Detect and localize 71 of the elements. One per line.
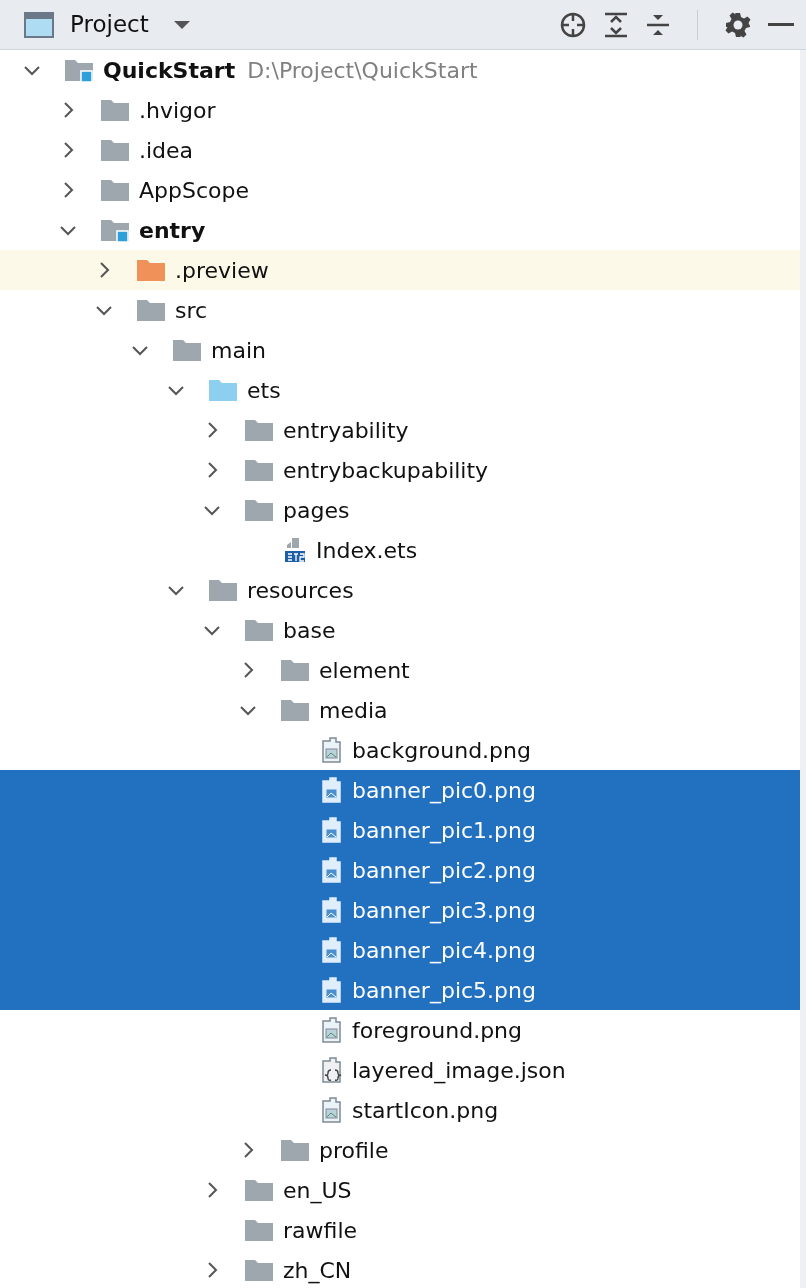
expand-all-icon[interactable] bbox=[603, 10, 629, 39]
image-file-icon bbox=[320, 817, 342, 843]
folder-icon bbox=[100, 97, 130, 123]
tree-row[interactable]: banner_pic4.png bbox=[0, 930, 800, 970]
panel-title: Project bbox=[70, 10, 149, 40]
project-name: QuickStart bbox=[103, 56, 236, 85]
tree-row[interactable]: background.png bbox=[0, 730, 800, 770]
image-file-icon bbox=[320, 1017, 342, 1043]
image-file-icon bbox=[320, 937, 342, 963]
tree-row[interactable]: en_US bbox=[0, 1170, 800, 1210]
tree-row[interactable]: banner_pic0.png bbox=[0, 770, 800, 810]
folder-icon bbox=[100, 177, 130, 203]
tree-row[interactable]: entry bbox=[0, 210, 800, 250]
image-file-icon bbox=[320, 977, 342, 1003]
folder-icon bbox=[136, 257, 166, 283]
folder-icon bbox=[244, 457, 274, 483]
tree-row[interactable]: .preview bbox=[0, 250, 800, 290]
tree-row[interactable]: banner_pic1.png bbox=[0, 810, 800, 850]
tree-row[interactable]: src bbox=[0, 290, 800, 330]
dropdown-caret-icon[interactable] bbox=[172, 19, 191, 30]
tree-row[interactable]: AppScope bbox=[0, 170, 800, 210]
image-file-icon bbox=[320, 1097, 342, 1123]
folder-icon bbox=[244, 617, 274, 643]
folder-icon bbox=[280, 1137, 310, 1163]
tree-row[interactable]: Index.ets bbox=[0, 530, 800, 570]
module-folder-icon bbox=[100, 217, 130, 243]
tree-row[interactable]: base bbox=[0, 610, 800, 650]
folder-icon bbox=[208, 377, 238, 403]
folder-icon bbox=[208, 577, 238, 603]
image-file-icon bbox=[320, 857, 342, 883]
settings-icon[interactable] bbox=[724, 10, 752, 39]
project-path: D:\Project\QuickStart bbox=[247, 56, 478, 85]
tree-row[interactable]: pages bbox=[0, 490, 800, 530]
folder-icon bbox=[172, 337, 202, 363]
tree-row[interactable]: entrybackupability bbox=[0, 450, 800, 490]
folder-icon bbox=[280, 697, 310, 723]
folder-icon bbox=[244, 417, 274, 443]
tree-row[interactable]: main bbox=[0, 330, 800, 370]
folder-icon bbox=[244, 1177, 274, 1203]
minimize-icon[interactable] bbox=[768, 22, 794, 27]
locate-icon[interactable] bbox=[559, 10, 587, 39]
image-file-icon bbox=[320, 777, 342, 803]
image-file-icon bbox=[320, 737, 342, 763]
tree-row[interactable]: rawfile bbox=[0, 1210, 800, 1250]
image-file-icon bbox=[320, 897, 342, 923]
tree-row[interactable]: zh_CN bbox=[0, 1250, 800, 1288]
tree-row[interactable]: banner_pic5.png bbox=[0, 970, 800, 1010]
tree-row[interactable]: .hvigor bbox=[0, 90, 800, 130]
tree-row[interactable]: foreground.png bbox=[0, 1010, 800, 1050]
window-icon bbox=[24, 11, 54, 38]
tree-row[interactable]: resources bbox=[0, 570, 800, 610]
tree-row[interactable]: layered_image.json bbox=[0, 1050, 800, 1090]
tree-row[interactable]: QuickStart D:\Project\QuickStart bbox=[0, 50, 800, 90]
tree-row[interactable]: banner_pic2.png bbox=[0, 850, 800, 890]
folder-icon bbox=[136, 297, 166, 323]
tree-row[interactable]: .idea bbox=[0, 130, 800, 170]
folder-icon bbox=[244, 497, 274, 523]
folder-icon bbox=[100, 137, 130, 163]
json-file-icon bbox=[320, 1057, 342, 1083]
tree-row[interactable]: startIcon.png bbox=[0, 1090, 800, 1130]
folder-icon bbox=[244, 1217, 274, 1243]
tree-row[interactable]: profile bbox=[0, 1130, 800, 1170]
tree-row[interactable]: element bbox=[0, 650, 800, 690]
tree-row[interactable]: banner_pic3.png bbox=[0, 890, 800, 930]
tree-row[interactable]: media bbox=[0, 690, 800, 730]
tree-row[interactable]: entryability bbox=[0, 410, 800, 450]
ets-file-icon bbox=[284, 537, 306, 563]
folder-icon bbox=[280, 657, 310, 683]
folder-icon bbox=[244, 1257, 274, 1283]
tree-row[interactable]: ets bbox=[0, 370, 800, 410]
module-folder-icon bbox=[64, 57, 94, 83]
